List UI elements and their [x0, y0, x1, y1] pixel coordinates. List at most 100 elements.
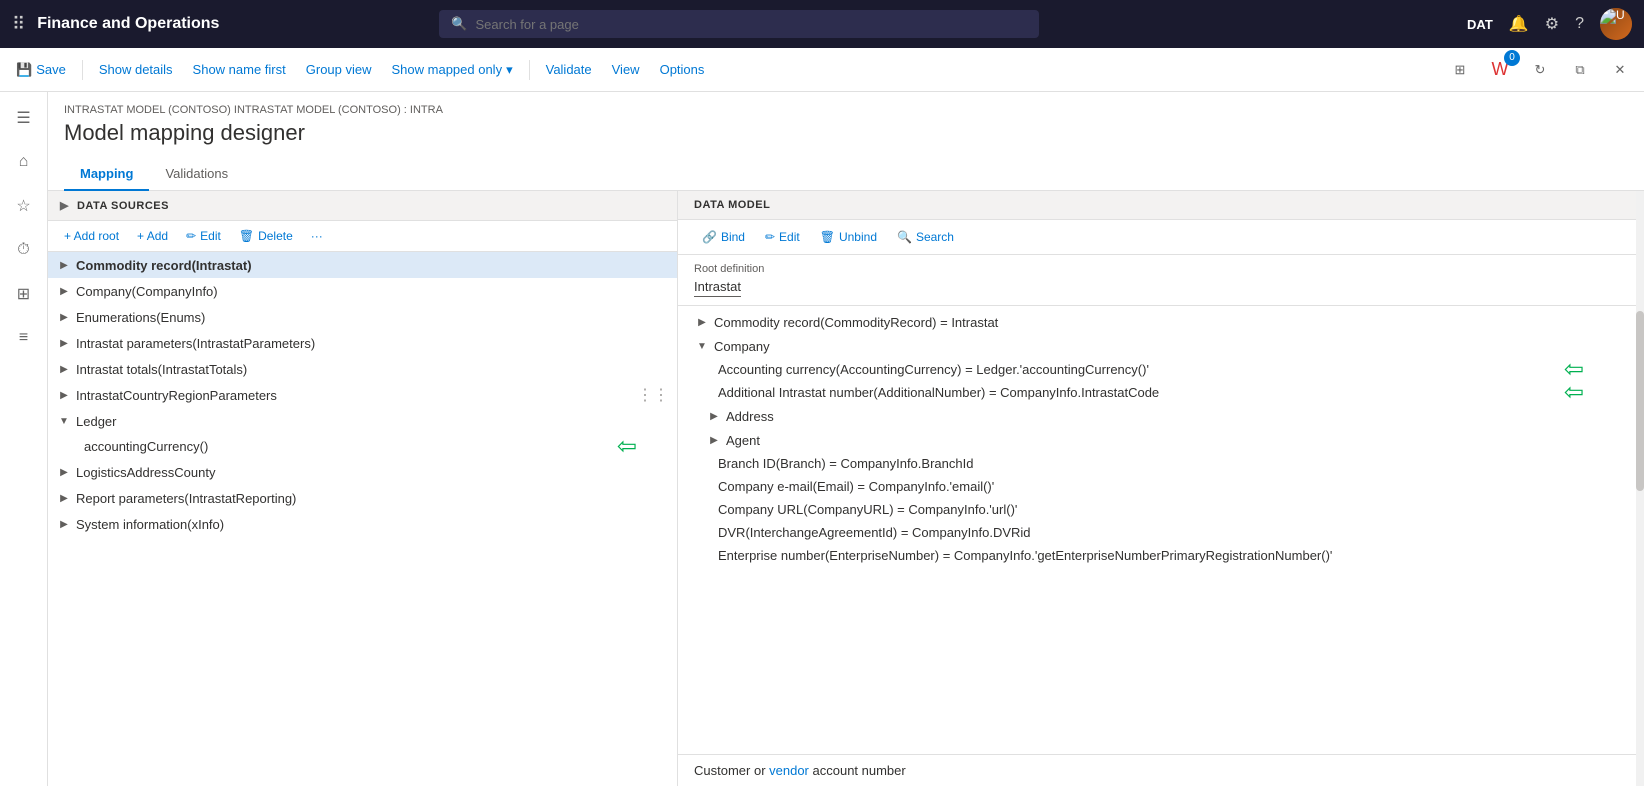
group-view-button[interactable]: Group view — [298, 58, 380, 81]
expand-icon-report-params[interactable] — [56, 490, 72, 506]
search-bar[interactable]: 🔍 — [439, 10, 1039, 38]
tree-item-report-params[interactable]: Report parameters(IntrastatReporting) — [48, 485, 677, 511]
settings-icon[interactable]: ⚙ — [1545, 14, 1559, 34]
validate-button[interactable]: Validate — [538, 58, 600, 81]
expand-icon-country-region[interactable] — [56, 387, 72, 403]
expand-icon-dm-address[interactable] — [706, 408, 722, 424]
dm-agent[interactable]: Agent — [678, 428, 1644, 452]
dm-dvr[interactable]: DVR(InterchangeAgreementId) = CompanyInf… — [678, 521, 1644, 544]
data-model-tree: Commodity record(CommodityRecord) = Intr… — [678, 306, 1644, 754]
expand-icon-ledger[interactable] — [56, 413, 72, 429]
grid-icon[interactable]: ⠿ — [12, 14, 25, 35]
expand-icon-company[interactable] — [56, 283, 72, 299]
group-view-label: Group view — [306, 62, 372, 77]
tree-item-company[interactable]: Company(CompanyInfo) — [48, 278, 677, 304]
more-button[interactable]: ··· — [303, 225, 331, 247]
tree-item-ledger[interactable]: Ledger — [48, 408, 677, 434]
open-icon[interactable]: ⧉ — [1564, 54, 1596, 86]
page-tabs: Mapping Validations — [64, 158, 1628, 190]
expand-icon-enumerations[interactable] — [56, 309, 72, 325]
link-icon[interactable]: ⊞ — [1444, 54, 1476, 86]
sidebar-list-icon[interactable]: ≡ — [6, 320, 42, 356]
sidebar-recent-icon[interactable]: ⏱ — [6, 232, 42, 268]
show-details-button[interactable]: Show details — [91, 58, 181, 81]
right-panel: DATA MODEL 🔗 Bind ✏ Edit 🗑 Unbind — [678, 191, 1644, 786]
dm-additional-number[interactable]: Additional Intrastat number(AdditionalNu… — [678, 381, 1644, 404]
page-header: INTRASTAT MODEL (CONTOSO) INTRASTAT MODE… — [48, 92, 1644, 191]
app-title: Finance and Operations — [37, 15, 219, 33]
help-icon[interactable]: ? — [1575, 15, 1584, 33]
vendor-link[interactable]: vendor — [769, 763, 809, 778]
sidebar-hamburger-icon[interactable]: ☰ — [6, 100, 42, 136]
sidebar-grid-icon[interactable]: ⊞ — [6, 276, 42, 312]
tab-validations[interactable]: Validations — [149, 158, 244, 191]
show-mapped-only-button[interactable]: Show mapped only ▾ — [384, 58, 521, 82]
search-input[interactable] — [476, 17, 1028, 32]
expand-icon-dm-agent[interactable] — [706, 432, 722, 448]
right-scrollbar-thumb[interactable] — [1636, 311, 1644, 491]
delete-button[interactable]: 🗑 Delete — [231, 225, 301, 247]
bottom-label-section: Customer or vendor account number — [678, 754, 1644, 786]
bind-button[interactable]: 🔗 Bind — [694, 226, 753, 248]
expand-icon-dm-commodity[interactable] — [694, 314, 710, 330]
report-params-label: Report parameters(IntrastatReporting) — [76, 491, 669, 506]
options-button[interactable]: Options — [652, 58, 713, 81]
search-bar-icon: 🔍 — [451, 16, 467, 32]
view-button[interactable]: View — [604, 58, 648, 81]
tree-item-country-region[interactable]: IntrastatCountryRegionParameters ⋮⋮ — [48, 382, 677, 408]
expand-icon-intrastat-totals[interactable] — [56, 361, 72, 377]
root-def-value: Intrastat — [694, 279, 741, 297]
tree-item-logistics[interactable]: LogisticsAddressCounty — [48, 459, 677, 485]
tree-item-commodity[interactable]: Commodity record(Intrastat) — [48, 252, 677, 278]
edit-button[interactable]: ✏ Edit — [178, 225, 229, 247]
dm-dvr-label: DVR(InterchangeAgreementId) = CompanyInf… — [718, 525, 1031, 540]
data-sources-expand-icon[interactable]: ▶ — [60, 199, 69, 212]
data-sources-toolbar: + Add root + Add ✏ Edit 🗑 Delete ··· — [48, 221, 677, 252]
dm-commodity-record[interactable]: Commodity record(CommodityRecord) = Intr… — [678, 310, 1644, 334]
sidebar-star-icon[interactable]: ☆ — [6, 188, 42, 224]
avatar[interactable] — [1600, 8, 1632, 40]
dm-commodity-label: Commodity record(CommodityRecord) = Intr… — [714, 315, 998, 330]
search-model-button[interactable]: 🔍 Search — [889, 226, 962, 248]
sidebar-home-icon[interactable]: ⌂ — [6, 144, 42, 180]
dm-company-url[interactable]: Company URL(CompanyURL) = CompanyInfo.'u… — [678, 498, 1644, 521]
tab-mapping[interactable]: Mapping — [64, 158, 149, 191]
data-model-header: DATA MODEL — [678, 191, 1644, 220]
options-label: Options — [660, 62, 705, 77]
save-button[interactable]: 💾 Save — [8, 58, 74, 82]
dm-enterprise-number[interactable]: Enterprise number(EnterpriseNumber) = Co… — [678, 544, 1644, 567]
right-scrollbar[interactable] — [1636, 191, 1644, 786]
refresh-icon[interactable]: ↻ — [1524, 54, 1556, 86]
show-name-first-button[interactable]: Show name first — [185, 58, 294, 81]
save-icon: 💾 — [16, 62, 32, 78]
tree-item-system-info[interactable]: System information(xInfo) — [48, 511, 677, 537]
dm-company[interactable]: Company — [678, 334, 1644, 358]
content-area: INTRASTAT MODEL (CONTOSO) INTRASTAT MODE… — [48, 92, 1644, 786]
expand-icon-logistics[interactable] — [56, 464, 72, 480]
company-label: Company(CompanyInfo) — [76, 284, 669, 299]
dm-accounting-currency[interactable]: Accounting currency(AccountingCurrency) … — [678, 358, 1644, 381]
add-button[interactable]: + Add — [129, 225, 176, 247]
tree-item-intrastat-params[interactable]: Intrastat parameters(IntrastatParameters… — [48, 330, 677, 356]
office-icon[interactable]: W 0 — [1484, 54, 1516, 86]
expand-icon-system-info[interactable] — [56, 516, 72, 532]
notification-icon[interactable]: 🔔 — [1509, 14, 1529, 34]
more-icon: ··· — [311, 229, 323, 243]
tree-item-intrastat-totals[interactable]: Intrastat totals(IntrastatTotals) — [48, 356, 677, 382]
tree-item-accounting-currency[interactable]: accountingCurrency() ⇦ — [48, 434, 677, 459]
unbind-button[interactable]: 🗑 Unbind — [812, 226, 885, 248]
dm-company-email[interactable]: Company e-mail(Email) = CompanyInfo.'ema… — [678, 475, 1644, 498]
expand-icon-commodity[interactable] — [56, 257, 72, 273]
environment-tag: DAT — [1467, 17, 1493, 32]
data-sources-header: ▶ DATA SOURCES — [48, 191, 677, 221]
edit-model-button[interactable]: ✏ Edit — [757, 226, 808, 248]
expand-icon-dm-company[interactable] — [694, 338, 710, 354]
add-root-button[interactable]: + Add root — [56, 225, 127, 247]
top-navbar: ⠿ Finance and Operations 🔍 DAT 🔔 ⚙ ? — [0, 0, 1644, 48]
tree-item-enumerations[interactable]: Enumerations(Enums) — [48, 304, 677, 330]
close-icon[interactable]: ✕ — [1604, 54, 1636, 86]
dm-branch-id[interactable]: Branch ID(Branch) = CompanyInfo.BranchId — [678, 452, 1644, 475]
green-arrow-dm-accounting: ⇦ — [1564, 358, 1584, 382]
dm-address[interactable]: Address — [678, 404, 1644, 428]
expand-icon-intrastat-params[interactable] — [56, 335, 72, 351]
